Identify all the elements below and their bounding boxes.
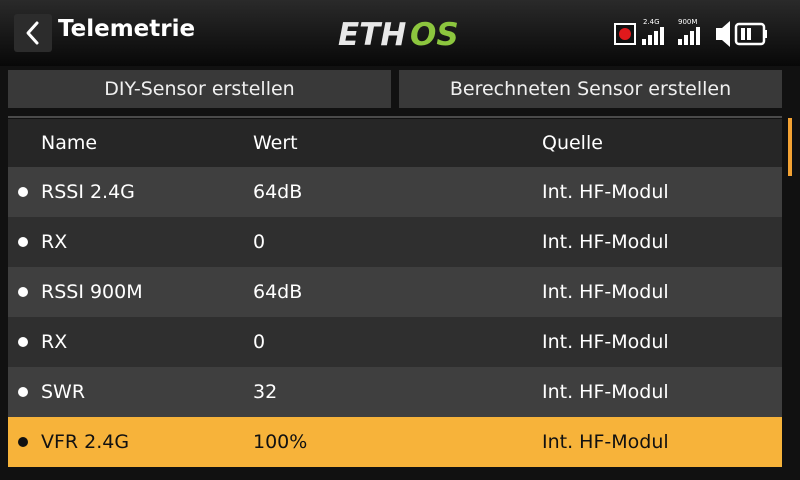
column-name-header: Name: [41, 132, 98, 154]
scrollbar[interactable]: [788, 118, 792, 176]
bullet-icon: [18, 337, 28, 347]
svg-text:OS: OS: [410, 17, 459, 52]
signal-24g-icon: 2.4G: [642, 18, 664, 45]
bullet-icon: [18, 287, 28, 297]
sensor-value: 64dB: [253, 181, 303, 203]
back-button[interactable]: [14, 14, 52, 52]
sensor-source: Int. HF-Modul: [542, 281, 669, 303]
table-row[interactable]: RX 0 Int. HF-Modul: [8, 317, 782, 367]
signal-900m-label: 900M: [678, 18, 697, 26]
sensor-value: 0: [253, 331, 266, 353]
table-row[interactable]: SWR 32 Int. HF-Modul: [8, 367, 782, 417]
table-row[interactable]: RSSI 2.4G 64dB Int. HF-Modul: [8, 167, 782, 217]
sensor-source: Int. HF-Modul: [542, 231, 669, 253]
header-bar: Telemetrie ETH OS 2.4G 900M: [0, 0, 800, 66]
sensor-name: RX: [41, 331, 68, 353]
sensor-value: 100%: [253, 431, 308, 453]
sensor-source: Int. HF-Modul: [542, 181, 669, 203]
sensor-name: SWR: [41, 381, 86, 403]
battery-icon: [734, 22, 767, 46]
volume-icon: [716, 21, 730, 47]
table-row-selected[interactable]: VFR 2.4G 100% Int. HF-Modul: [8, 417, 782, 467]
sensor-name: VFR 2.4G: [41, 431, 130, 453]
sensor-source: Int. HF-Modul: [542, 381, 669, 403]
sensor-name: RX: [41, 231, 68, 253]
table-header: Name Wert Quelle: [8, 119, 782, 167]
ethos-logo: ETH OS: [338, 17, 459, 52]
sensor-value: 64dB: [253, 281, 303, 303]
column-source-header: Quelle: [542, 132, 603, 154]
bullet-icon: [18, 237, 28, 247]
bullet-icon: [18, 387, 28, 397]
signal-900m-icon: 900M: [678, 18, 700, 45]
separator: [8, 116, 782, 118]
bullet-icon: [18, 437, 28, 447]
signal-24g-label: 2.4G: [643, 18, 660, 26]
bullet-icon: [18, 187, 28, 197]
svg-text:ETH: ETH: [338, 17, 406, 52]
sensor-source: Int. HF-Modul: [542, 331, 669, 353]
chevron-left-icon: [26, 21, 39, 45]
sensor-table: Name Wert Quelle RSSI 2.4G 64dB Int. HF-…: [8, 119, 782, 467]
table-row[interactable]: RSSI 900M 64dB Int. HF-Modul: [8, 267, 782, 317]
record-icon: [614, 23, 636, 45]
table-row[interactable]: RX 0 Int. HF-Modul: [8, 217, 782, 267]
create-diy-sensor-button[interactable]: DIY-Sensor erstellen: [8, 70, 391, 108]
sensor-source: Int. HF-Modul: [542, 431, 669, 453]
status-bar: 2.4G 900M: [612, 16, 788, 50]
column-value-header: Wert: [253, 132, 298, 154]
page-title: Telemetrie: [58, 16, 196, 42]
sensor-value: 32: [253, 381, 278, 403]
sensor-value: 0: [253, 231, 266, 253]
sensor-name: RSSI 2.4G: [41, 181, 135, 203]
sensor-name: RSSI 900M: [41, 281, 143, 303]
create-calculated-sensor-button[interactable]: Berechneten Sensor erstellen: [399, 70, 782, 108]
